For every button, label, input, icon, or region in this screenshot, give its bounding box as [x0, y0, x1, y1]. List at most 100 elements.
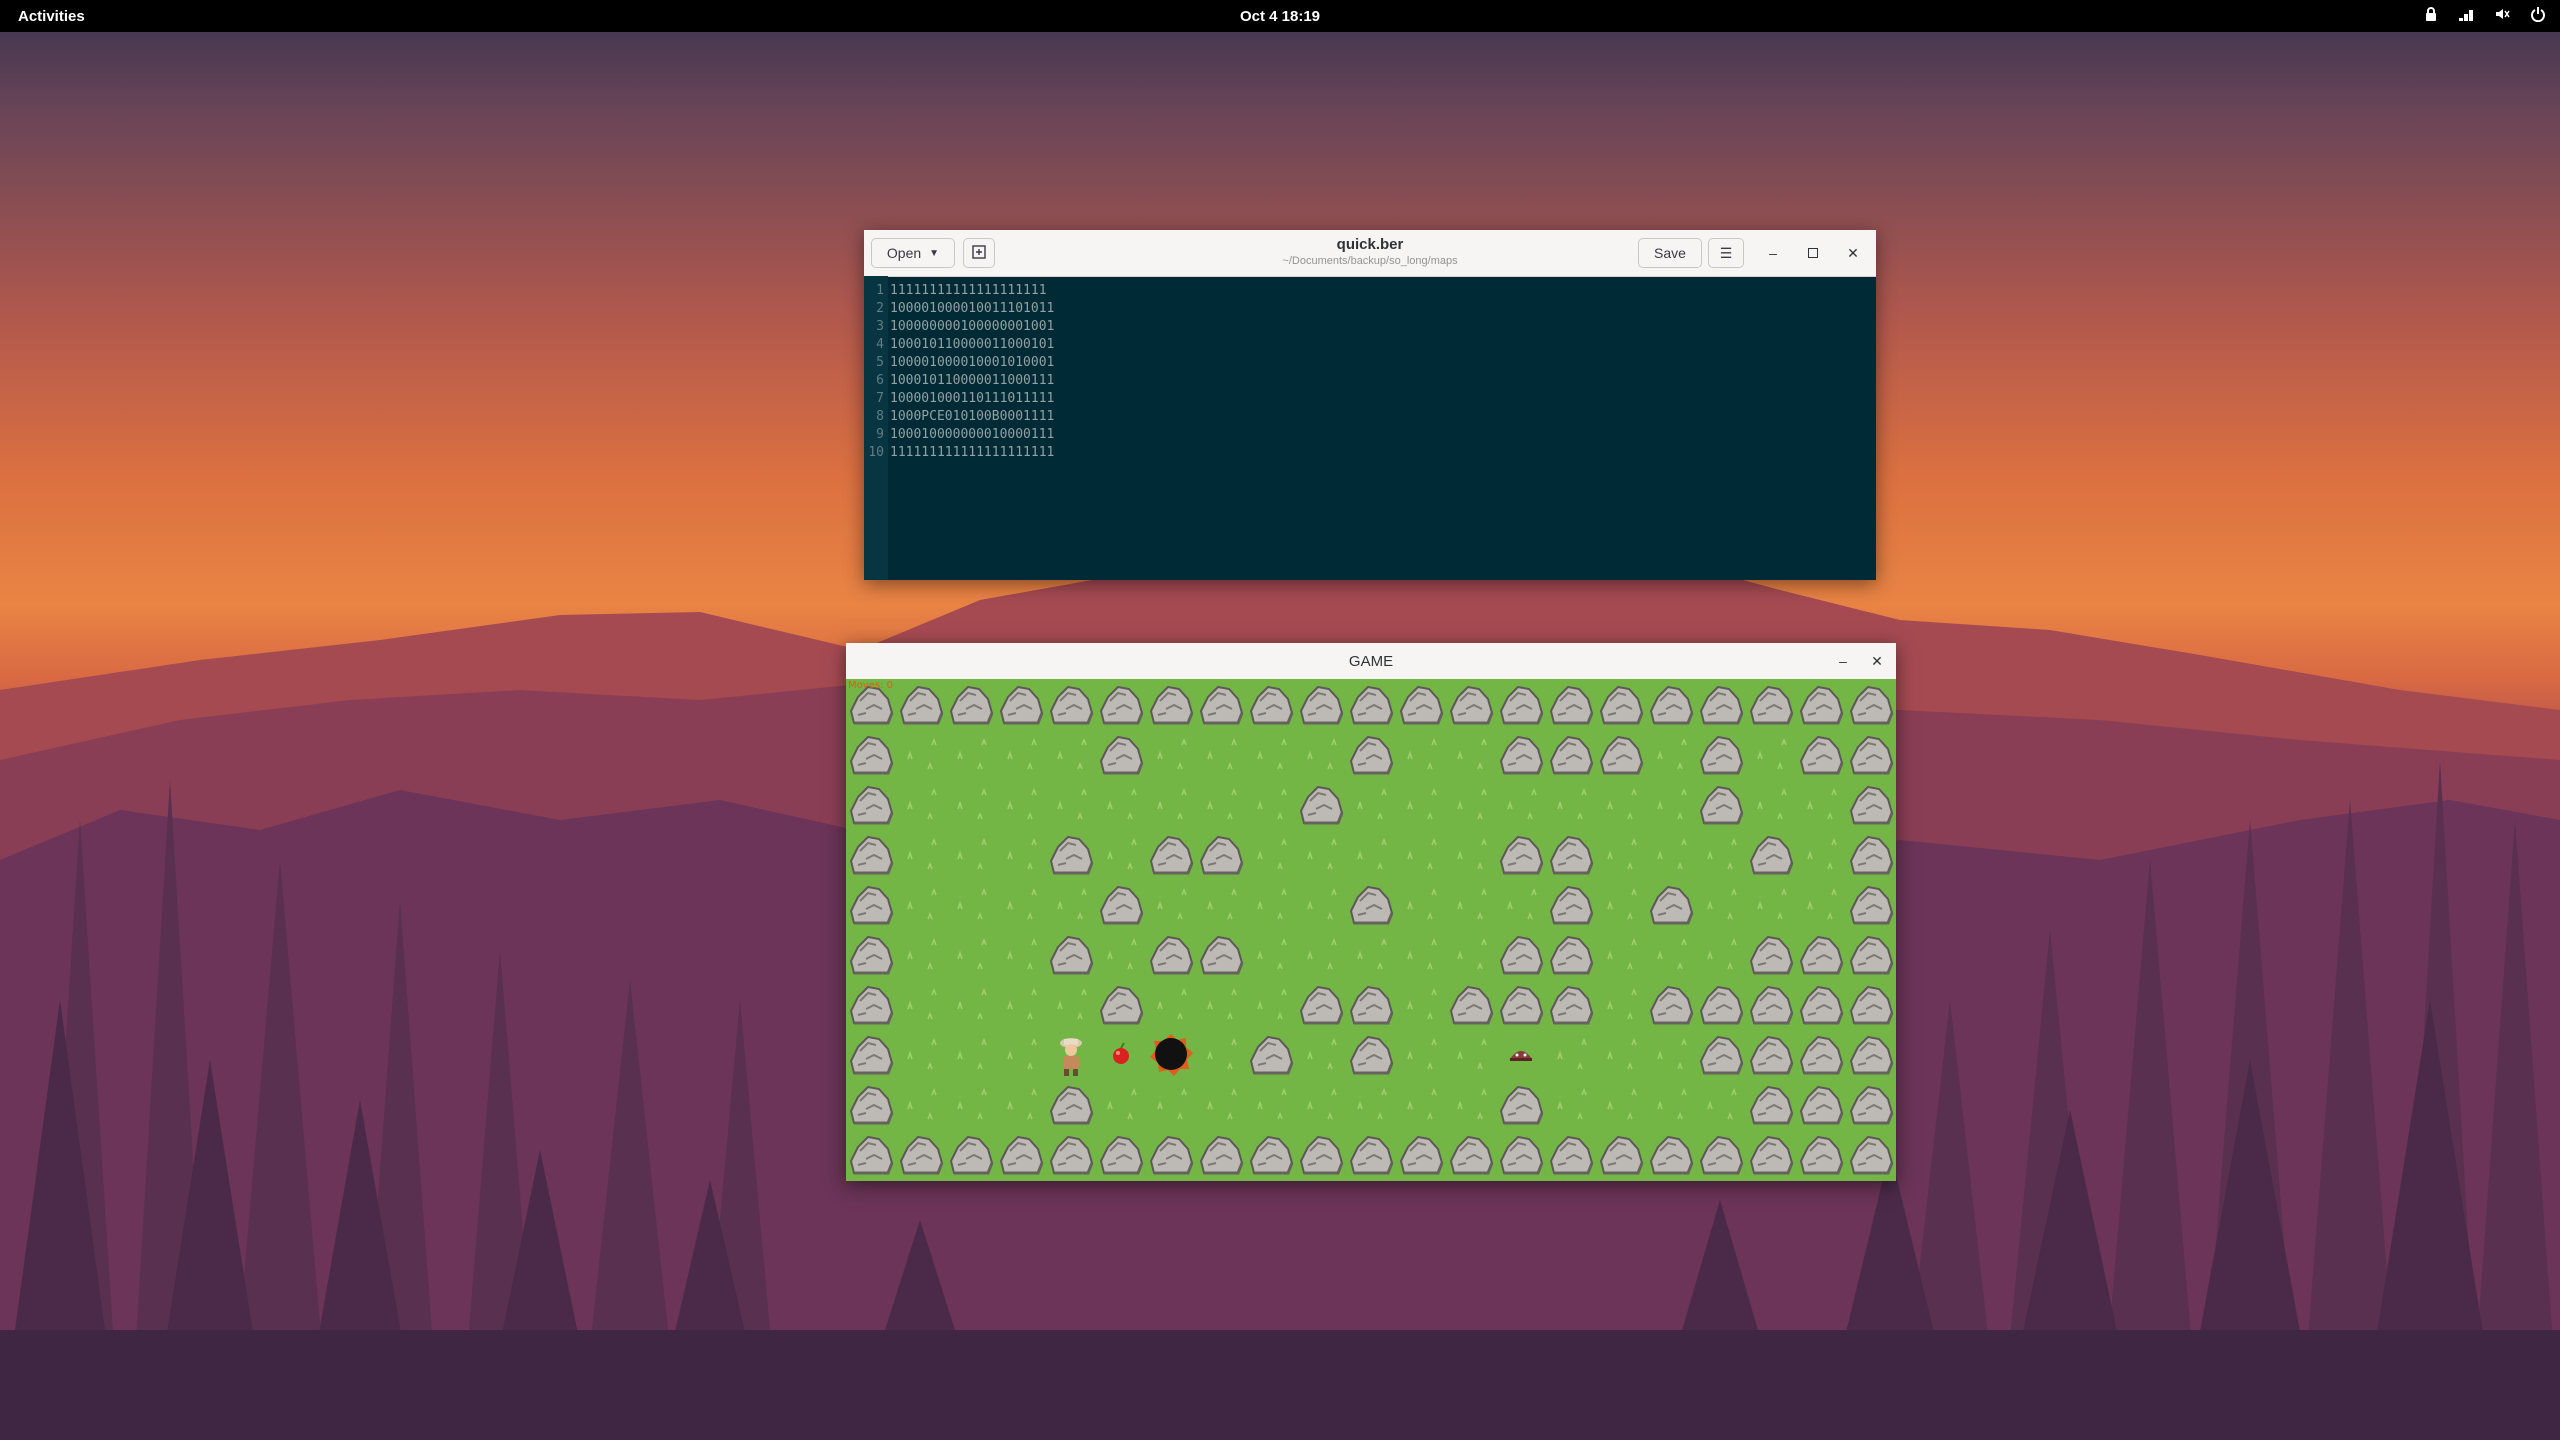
line-number: 9: [876, 427, 884, 442]
rock-wall: [1246, 1129, 1296, 1179]
grass-icon: [907, 1087, 937, 1120]
rock-icon: [1849, 785, 1894, 825]
rock-icon: [1099, 735, 1144, 775]
grass-tile: [996, 1079, 1046, 1129]
grass-icon: [1607, 887, 1637, 920]
line-number: 8: [876, 409, 884, 424]
close-icon: ✕: [1847, 244, 1859, 261]
grass-tile: [996, 929, 1046, 979]
hamburger-menu-icon: ☰: [1719, 244, 1733, 261]
rock-icon: [1649, 885, 1694, 925]
game-close-button[interactable]: ✕: [1866, 650, 1888, 672]
rock-wall: [1596, 679, 1646, 729]
grass-tile: [1046, 779, 1096, 829]
rock-icon: [1699, 1035, 1744, 1075]
rock-icon: [849, 785, 894, 825]
grass-tile: [1746, 779, 1796, 829]
grass-tile: [1046, 729, 1096, 779]
grass-tile: [1146, 729, 1196, 779]
grass-icon: [957, 1037, 987, 1070]
line-number: 5: [876, 355, 884, 370]
system-tray[interactable]: [2424, 6, 2546, 22]
rock-wall: [1846, 1029, 1896, 1079]
grass-icon: [1157, 737, 1187, 770]
maximize-button[interactable]: [1802, 242, 1824, 264]
rock-icon: [1099, 885, 1144, 925]
rock-icon: [1799, 685, 1844, 725]
grass-tile: [1246, 829, 1296, 879]
rock-icon: [1449, 685, 1494, 725]
grass-icon: [1157, 1087, 1187, 1120]
rock-icon: [1149, 935, 1194, 975]
rock-wall: [1346, 1029, 1396, 1079]
line-text: 100001000010011101011: [890, 301, 1055, 316]
line-number: 2: [876, 301, 884, 316]
power-icon: [2530, 6, 2546, 22]
grass-tile: [1696, 1079, 1746, 1129]
rock-wall: [1496, 929, 1546, 979]
grass-icon: [1307, 837, 1337, 870]
rock-wall: [1096, 679, 1146, 729]
game-title: GAME: [1348, 653, 1394, 670]
grass-tile: [896, 1029, 946, 1079]
rock-icon: [1499, 735, 1544, 775]
rock-icon: [1149, 1135, 1194, 1175]
grass-tile: [896, 1079, 946, 1129]
grass-tile: [1196, 1029, 1246, 1079]
rock-icon: [1649, 1135, 1694, 1175]
grass-tile: [1446, 929, 1496, 979]
rock-wall: [1546, 829, 1596, 879]
rock-icon: [849, 1085, 894, 1125]
rock-icon: [1549, 685, 1594, 725]
rock-wall: [1096, 1129, 1146, 1179]
menu-button[interactable]: ☰: [1708, 238, 1744, 268]
grass-icon: [1607, 987, 1637, 1020]
rock-icon: [1349, 885, 1394, 925]
grass-icon: [957, 787, 987, 820]
grass-tile: [1596, 1079, 1646, 1129]
grass-icon: [1207, 787, 1237, 820]
grass-icon: [1557, 787, 1587, 820]
grass-icon: [1707, 937, 1737, 970]
rock-icon: [849, 835, 894, 875]
rock-wall: [1346, 729, 1396, 779]
rock-wall: [1046, 1129, 1096, 1179]
rock-wall: [946, 1129, 996, 1179]
save-button[interactable]: Save: [1638, 238, 1702, 268]
rock-icon: [1449, 985, 1494, 1025]
grass-tile: [946, 1079, 996, 1129]
grass-icon: [957, 737, 987, 770]
grass-icon: [1007, 1087, 1037, 1120]
grass-icon: [1757, 737, 1787, 770]
rock-wall: [846, 1079, 896, 1129]
close-button[interactable]: ✕: [1842, 242, 1864, 264]
rock-icon: [1849, 935, 1894, 975]
grass-tile: [1246, 1079, 1296, 1129]
portal-icon: [1150, 1034, 1193, 1076]
rock-icon: [1699, 785, 1744, 825]
grass-tile: [1396, 729, 1446, 779]
rock-icon: [1299, 985, 1344, 1025]
rock-icon: [849, 1035, 894, 1075]
rock-wall: [1846, 1079, 1896, 1129]
rock-wall: [1246, 1029, 1296, 1079]
grass-tile: [1546, 779, 1596, 829]
game-field[interactable]: Moves: 0: [846, 679, 1896, 1181]
clock[interactable]: Oct 4 18:19: [0, 8, 2560, 25]
rock-wall: [1846, 1129, 1896, 1179]
game-minimize-button[interactable]: –: [1832, 650, 1854, 672]
rock-wall: [1696, 679, 1746, 729]
volume-icon: [2494, 6, 2510, 22]
line-text: 100010110000011000111: [890, 373, 1055, 388]
grass-icon: [957, 887, 987, 920]
minimize-button[interactable]: –: [1762, 242, 1784, 264]
grass-tile: [1296, 829, 1346, 879]
rock-icon: [1799, 1035, 1844, 1075]
enemy-monster: [1496, 1029, 1546, 1079]
rock-icon: [849, 985, 894, 1025]
rock-icon: [1399, 685, 1444, 725]
rock-wall: [1546, 929, 1596, 979]
rock-wall: [1796, 1129, 1846, 1179]
collectible-item: [1096, 1029, 1146, 1079]
rock-wall: [1446, 1129, 1496, 1179]
